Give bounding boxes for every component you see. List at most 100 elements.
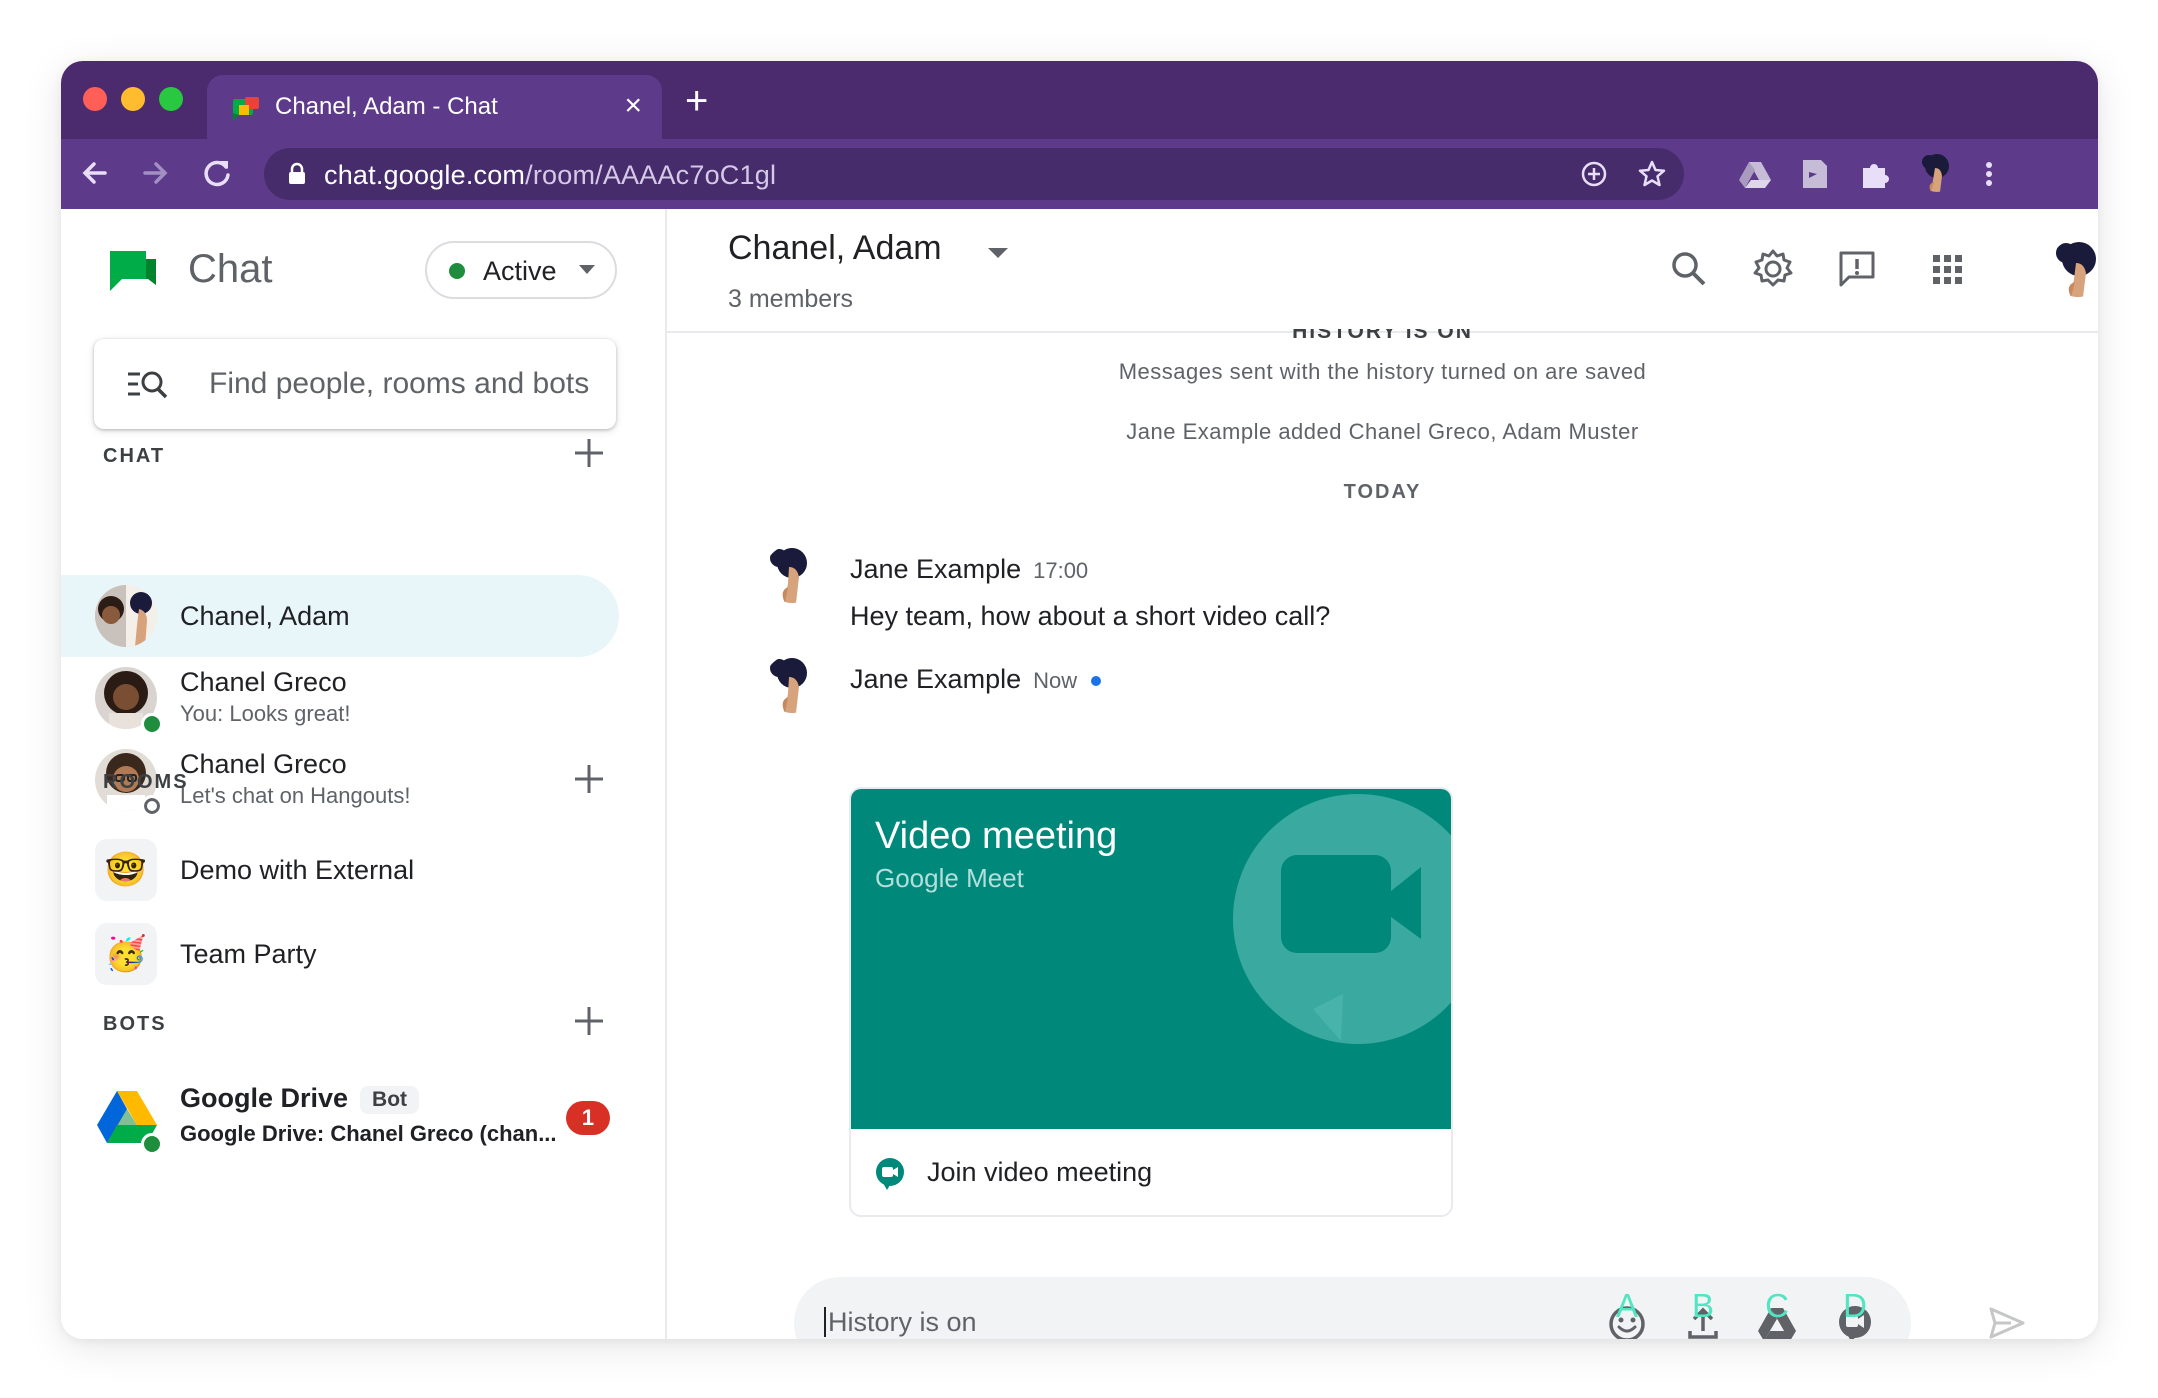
message-text: Hey team, how about a short video call? xyxy=(850,601,1331,631)
online-presence-icon xyxy=(141,1133,163,1155)
conversation-pane: Chanel, Adam 3 members HISTORY IS ON Mes… xyxy=(667,209,2098,1339)
bookmark-star-icon[interactable] xyxy=(1636,158,1668,190)
url-host: chat.google.com xyxy=(324,160,526,190)
message-timestamp: 17:00 xyxy=(1033,558,1089,583)
card-hero: Video meeting Google Meet xyxy=(851,789,1451,1129)
forward-arrow-icon[interactable] xyxy=(135,153,175,193)
send-icon[interactable] xyxy=(1987,1303,2027,1339)
feedback-icon[interactable] xyxy=(1835,247,1879,291)
add-bot-icon[interactable] xyxy=(571,1003,607,1039)
member-count[interactable]: 3 members xyxy=(728,285,853,314)
search-input[interactable]: Find people, rooms and bots xyxy=(94,339,616,429)
tab-title: Chanel, Adam - Chat xyxy=(275,93,498,120)
tab-close-icon[interactable]: × xyxy=(624,89,642,123)
insert-drive-file-button[interactable]: C xyxy=(1756,1287,1798,1339)
group-avatar-icon xyxy=(95,585,157,647)
search-in-room-icon[interactable] xyxy=(1667,247,1711,291)
rooms-section-heading: ROOMS xyxy=(103,771,189,793)
annotation-label-b: B xyxy=(1691,1287,1714,1324)
nerd-emoji-icon: 🤓 xyxy=(95,839,157,901)
url-text[interactable]: chat.google.com/room/AAAAc7oC1gl xyxy=(324,160,776,191)
sender-name[interactable]: Jane Example xyxy=(850,554,1021,584)
profile-avatar-icon xyxy=(1922,154,1949,192)
online-presence-icon xyxy=(141,713,163,735)
sender-avatar[interactable] xyxy=(764,655,820,713)
room-item-title: Demo with External xyxy=(180,855,415,885)
chat-item-title: Chanel, Adam xyxy=(180,601,350,631)
add-video-meeting-button[interactable]: D xyxy=(1834,1287,1876,1339)
browser-titlebar: Chanel, Adam - Chat × + xyxy=(61,61,2098,139)
back-arrow-icon[interactable] xyxy=(75,153,115,193)
browser-toolbar: chat.google.com/room/AAAAc7oC1gl xyxy=(61,139,2098,209)
chat-favicon-icon xyxy=(233,97,259,121)
status-dropdown[interactable]: Active xyxy=(425,241,617,299)
bot-item-preview: Google Drive: Chanel Greco (chan... xyxy=(180,1121,557,1146)
bot-name: Google Drive xyxy=(180,1083,349,1113)
video-meeting-card: Video meeting Google Meet Join video mee xyxy=(849,787,1453,1217)
add-chat-icon[interactable] xyxy=(571,435,607,471)
install-app-icon[interactable] xyxy=(1578,158,1610,190)
offline-presence-icon xyxy=(141,795,163,817)
annotation-label-a: A xyxy=(1615,1287,1638,1324)
sender-name[interactable]: Jane Example xyxy=(850,664,1021,694)
minimize-window-button[interactable] xyxy=(121,87,145,111)
docs-extension-icon[interactable] xyxy=(1797,156,1833,192)
history-heading-text: HISTORY IS ON xyxy=(1292,329,1473,343)
meet-graphic-icon xyxy=(1233,794,1451,1044)
maximize-window-button[interactable] xyxy=(159,87,183,111)
bots-section-heading: BOTS xyxy=(103,1013,167,1035)
account-avatar[interactable] xyxy=(2049,239,2098,297)
day-divider: TODAY xyxy=(1343,481,1422,503)
search-placeholder: Find people, rooms and bots xyxy=(209,367,590,400)
group-avatar xyxy=(95,585,157,647)
search-icon xyxy=(128,371,168,399)
close-window-button[interactable] xyxy=(83,87,107,111)
browser-tab[interactable]: Chanel, Adam - Chat × xyxy=(207,75,662,139)
apps-grid-icon[interactable] xyxy=(1925,247,1969,291)
message-timestamp: Now xyxy=(1033,668,1078,693)
room-item-demo-with-external[interactable]: 🤓 Demo with External xyxy=(61,829,619,911)
address-bar[interactable]: chat.google.com/room/AAAAc7oC1gl xyxy=(264,148,1684,200)
drive-extension-icon[interactable] xyxy=(1737,156,1773,192)
url-path: /room/AAAAc7oC1gl xyxy=(525,160,777,190)
account-avatar-icon xyxy=(2049,239,2098,297)
card-title: Video meeting xyxy=(875,815,1118,857)
chat-item-chanel-adam[interactable]: Chanel, Adam xyxy=(61,575,619,657)
chat-app: Chat Active Find people, rooms and bots … xyxy=(61,209,2098,1339)
bot-item-google-drive[interactable]: Google Drive Bot Google Drive: Chanel Gre… xyxy=(61,1077,619,1159)
chat-section-heading: CHAT xyxy=(103,445,166,467)
sender-avatar[interactable] xyxy=(764,545,820,603)
message-input[interactable]: History is on xyxy=(824,1307,977,1337)
join-video-meeting-button[interactable]: Join video meeting xyxy=(851,1129,1451,1215)
chat-item-chanel-greco[interactable]: Chanel Greco You: Looks great! xyxy=(61,657,619,739)
sender-avatar-icon xyxy=(764,545,820,603)
message-header: Jane Example 17:00 xyxy=(850,554,1088,585)
extensions-puzzle-icon[interactable] xyxy=(1857,156,1893,192)
settings-gear-icon[interactable] xyxy=(1751,247,1795,291)
annotation-label-c: C xyxy=(1765,1287,1789,1324)
sidebar: Chat Active Find people, rooms and bots … xyxy=(61,209,667,1339)
profile-avatar[interactable] xyxy=(1917,152,1957,192)
room-menu-chevron-icon[interactable] xyxy=(988,248,1008,258)
brand-name: Chat xyxy=(188,247,273,291)
members-added-notice: Jane Example added Chanel Greco, Adam Mu… xyxy=(1126,419,1639,444)
sender-avatar-icon xyxy=(764,655,820,713)
message-composer[interactable]: History is on A B C D xyxy=(794,1277,1911,1339)
status-label: Active xyxy=(483,256,557,286)
annotation-label-d: D xyxy=(1843,1287,1867,1324)
chat-item-title: Chanel Greco xyxy=(180,667,347,697)
browser-window: Chanel, Adam - Chat × + chat.google.com/… xyxy=(61,61,2098,1339)
chat-item-preview: You: Looks great! xyxy=(180,701,351,726)
card-subtitle: Google Meet xyxy=(875,863,1024,893)
chat-item-title: Chanel Greco xyxy=(180,749,347,779)
emoji-button[interactable]: A xyxy=(1606,1287,1648,1339)
reload-icon[interactable] xyxy=(197,153,237,193)
bot-item-title: Google Drive Bot xyxy=(180,1083,420,1114)
room-title[interactable]: Chanel, Adam xyxy=(728,229,942,268)
upload-file-button[interactable]: B xyxy=(1682,1287,1724,1339)
new-tab-button[interactable]: + xyxy=(685,81,708,121)
room-item-team-party[interactable]: 🥳 Team Party xyxy=(61,913,619,995)
history-heading: HISTORY IS ON xyxy=(667,329,2098,351)
add-room-icon[interactable] xyxy=(571,761,607,797)
browser-menu-icon[interactable] xyxy=(1971,156,2007,192)
